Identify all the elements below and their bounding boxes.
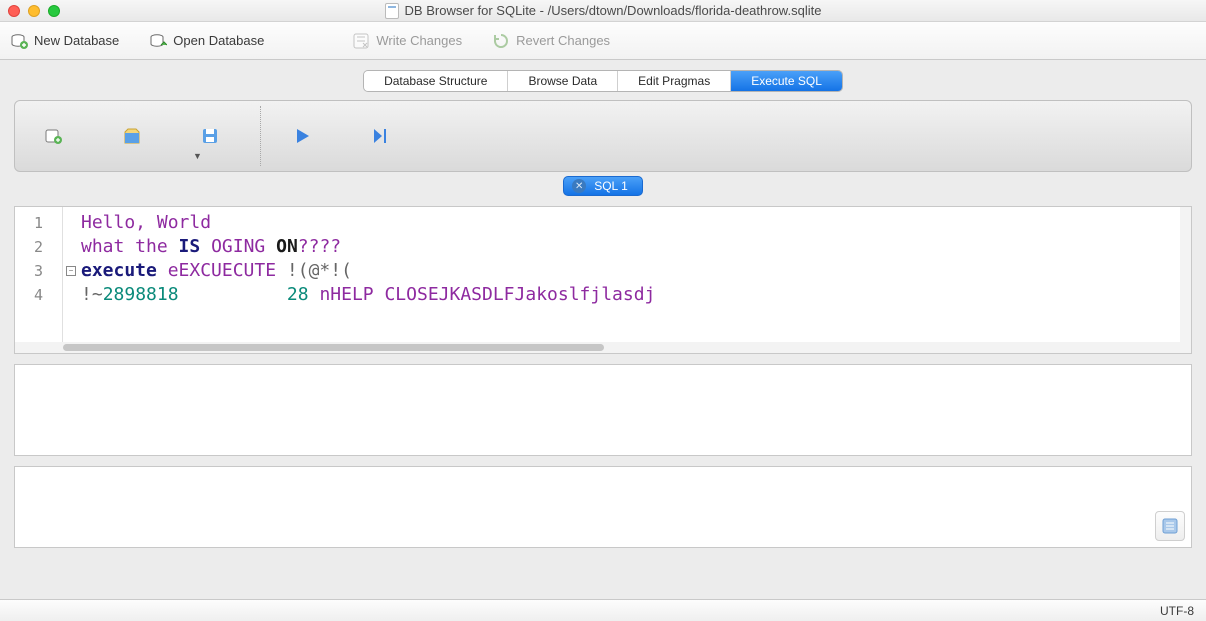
fold-toggle[interactable]: −: [66, 266, 76, 276]
revert-changes-icon: [492, 32, 510, 50]
write-changes-label: Write Changes: [376, 33, 462, 48]
encoding-label[interactable]: UTF-8: [1160, 604, 1194, 618]
statusbar: UTF-8: [0, 599, 1206, 621]
editor-vscroll[interactable]: [1180, 207, 1191, 342]
editor-code-area[interactable]: Hello, Worldwhat the IS OGING ON????exec…: [79, 207, 1180, 342]
editor-gutter: 1234: [15, 207, 63, 342]
traffic-lights: [0, 5, 60, 17]
save-sql-file-button[interactable]: [199, 125, 221, 147]
editor-hscroll-thumb[interactable]: [63, 344, 604, 351]
line-number: 1: [15, 211, 62, 235]
code-line[interactable]: what the IS OGING ON????: [81, 235, 1180, 259]
open-sql-file-button[interactable]: [121, 125, 143, 147]
execute-line-button[interactable]: [369, 125, 391, 147]
sql-tab-chip[interactable]: ✕ SQL 1: [563, 176, 643, 196]
minimize-window-button[interactable]: [28, 5, 40, 17]
close-window-button[interactable]: [8, 5, 20, 17]
line-number: 2: [15, 235, 62, 259]
tab-segments: Database Structure Browse Data Edit Prag…: [363, 70, 843, 92]
revert-changes-label: Revert Changes: [516, 33, 610, 48]
write-changes-icon: [352, 32, 370, 50]
tab-edit-pragmas[interactable]: Edit Pragmas: [618, 71, 731, 91]
results-pane: [14, 364, 1192, 456]
document-icon: [385, 3, 399, 19]
sql-toolbar: ▼: [14, 100, 1192, 172]
titlebar: DB Browser for SQLite - /Users/dtown/Dow…: [0, 0, 1206, 22]
new-database-label: New Database: [34, 33, 119, 48]
main-toolbar: New Database Open Database Write Changes…: [0, 22, 1206, 60]
line-number: 4: [15, 283, 62, 307]
code-line[interactable]: Hello, World: [81, 211, 1180, 235]
main-tabstrip: Database Structure Browse Data Edit Prag…: [0, 60, 1206, 92]
code-line[interactable]: !~2898818 28 nHELP CLOSEJKASDLFJakoslfjl…: [81, 283, 1180, 307]
line-number: 3: [15, 259, 62, 283]
open-database-label: Open Database: [173, 33, 264, 48]
new-database-button[interactable]: New Database: [10, 32, 119, 50]
tab-execute-sql[interactable]: Execute SQL: [731, 71, 842, 91]
new-sql-tab-button[interactable]: [43, 125, 65, 147]
open-database-button[interactable]: Open Database: [149, 32, 264, 50]
tab-browse-data[interactable]: Browse Data: [508, 71, 618, 91]
save-results-button[interactable]: [1155, 511, 1185, 541]
code-line[interactable]: execute eEXCUECUTE !(@*!(: [81, 259, 1180, 283]
database-new-icon: [10, 32, 28, 50]
execute-sql-button[interactable]: [291, 125, 313, 147]
revert-changes-button[interactable]: Revert Changes: [492, 32, 610, 50]
tab-database-structure[interactable]: Database Structure: [364, 71, 508, 91]
close-sql-tab-icon[interactable]: ✕: [572, 179, 586, 193]
toolbar-separator: [260, 106, 261, 166]
sql-tab-row: ✕ SQL 1: [14, 176, 1192, 196]
database-open-icon: [149, 32, 167, 50]
content-pane: ▼ ✕ SQL 1 1234 − Hello, Worldwhat the IS…: [14, 100, 1192, 599]
save-dropdown-arrow[interactable]: ▼: [193, 151, 202, 161]
editor-hscroll[interactable]: [15, 342, 1191, 353]
zoom-window-button[interactable]: [48, 5, 60, 17]
sql-editor: 1234 − Hello, Worldwhat the IS OGING ON?…: [14, 206, 1192, 354]
message-pane: [14, 466, 1192, 548]
sql-tab-label: SQL 1: [594, 179, 628, 193]
window-title-text: DB Browser for SQLite - /Users/dtown/Dow…: [405, 3, 822, 18]
write-changes-button[interactable]: Write Changes: [352, 32, 462, 50]
window-title: DB Browser for SQLite - /Users/dtown/Dow…: [0, 3, 1206, 19]
fold-column: −: [63, 207, 79, 342]
